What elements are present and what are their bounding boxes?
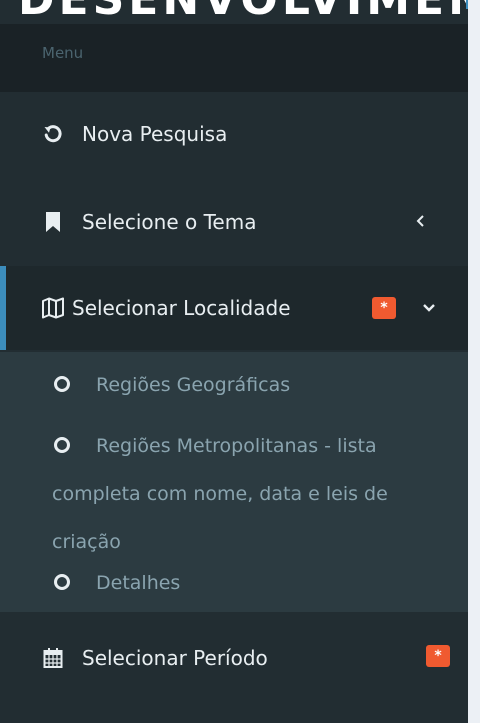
circle-icon <box>54 375 70 392</box>
nav-label: Selecionar Período <box>82 646 268 670</box>
chevron-down-icon[interactable] <box>418 297 440 319</box>
status-badge: * <box>372 297 396 319</box>
submenu-label: Regiões Geográficas <box>96 374 291 396</box>
bookmark-icon <box>42 211 64 233</box>
submenu-item-regioes-geograficas[interactable]: Regiões Geográficas <box>0 366 468 404</box>
submenu-label: Regiões Metropolitanas - lista completa … <box>52 435 388 553</box>
status-badge: * <box>426 645 450 667</box>
content-area <box>468 0 480 723</box>
logo[interactable]: DESENVOLVIMENTO <box>0 0 468 24</box>
nav-item-selecionar-localidade[interactable]: Selecionar Localidade * <box>0 266 468 350</box>
circle-icon <box>54 436 70 453</box>
submenu-localidade: Regiões Geográficas Regiões Metropolitan… <box>0 352 468 612</box>
undo-icon <box>42 123 64 145</box>
map-icon <box>40 297 66 319</box>
nav-item-selecionar-periodo[interactable]: Selecionar Período * <box>0 616 468 700</box>
nav-item-nova-pesquisa[interactable]: Nova Pesquisa <box>0 92 468 176</box>
nav-label: Selecione o Tema <box>82 210 257 234</box>
sidebar: DESENVOLVIMENTO Menu Nova Pesquisa Selec… <box>0 0 468 723</box>
submenu-item-detalhes[interactable]: Detalhes <box>0 564 468 602</box>
submenu-item-regioes-metropolitanas[interactable]: Regiões Metropolitanas - lista completa … <box>0 422 468 566</box>
calendar-icon <box>42 647 64 669</box>
nav-label: Nova Pesquisa <box>82 122 228 146</box>
menu-header: Menu <box>0 24 468 92</box>
nav-item-selecione-tema[interactable]: Selecione o Tema <box>0 180 468 264</box>
submenu-label: Detalhes <box>96 572 181 594</box>
nav-label: Selecionar Localidade <box>72 296 291 320</box>
chevron-left-icon[interactable] <box>410 210 432 232</box>
logo-text: DESENVOLVIMENTO <box>18 0 468 24</box>
circle-icon <box>54 573 70 590</box>
